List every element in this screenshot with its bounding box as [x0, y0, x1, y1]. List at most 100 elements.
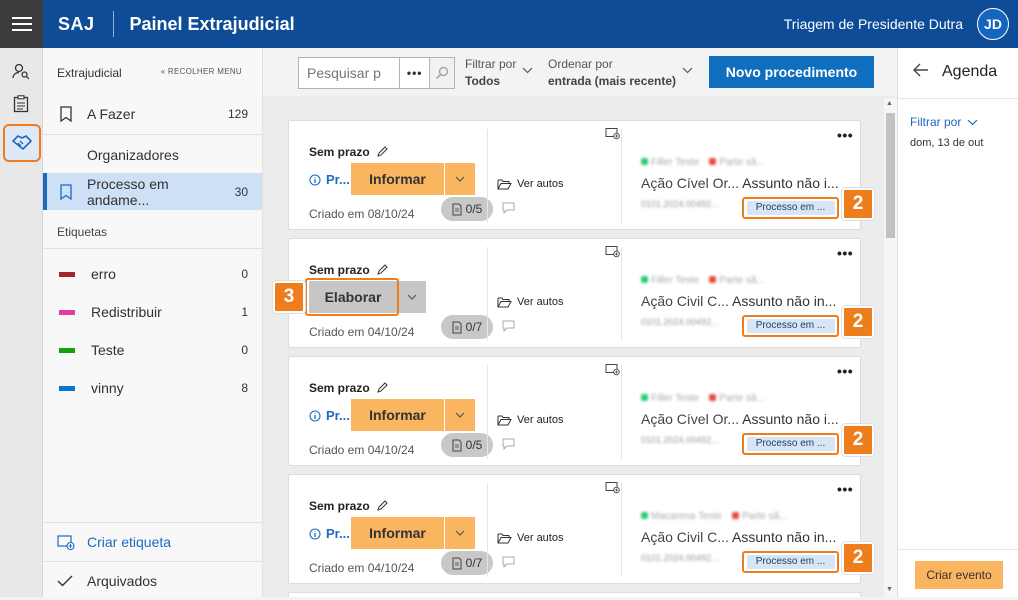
action-type: Ação Civil C... [641, 293, 729, 309]
search-options-button[interactable]: ••• [399, 58, 431, 88]
action-dropdown-button[interactable] [445, 163, 475, 195]
sidebar-item-processo-em-andamento[interactable]: Processo em andame... 30 [43, 173, 262, 210]
informar-button[interactable]: Informar [351, 163, 444, 195]
tag-count: 0 [241, 343, 248, 357]
top-bar: SAJ Painel Extrajudicial Triagem de Pres… [0, 0, 1018, 48]
folder-open-icon [497, 179, 512, 190]
new-procedure-button[interactable]: Novo procedimento [709, 56, 874, 88]
comment-icon[interactable] [502, 202, 515, 214]
informar-button[interactable]: Informar [351, 399, 444, 431]
scroll-down-icon[interactable]: ▼ [886, 586, 893, 593]
comment-icon[interactable] [502, 320, 515, 332]
more-options-button[interactable]: ••• [837, 481, 853, 497]
subject: Assunto não i... [742, 411, 839, 427]
sidebar-item-organizadores[interactable]: Organizadores [43, 138, 262, 172]
sidebar-tag-vinny[interactable]: vinny 8 [43, 371, 262, 405]
callout-badge-2: 2 [842, 306, 874, 338]
more-options-button[interactable]: ••• [837, 363, 853, 379]
search-icon[interactable] [430, 58, 454, 88]
deadline-label[interactable]: Sem prazo [309, 263, 388, 277]
deadline-label[interactable]: Sem prazo [309, 381, 388, 395]
folder-open-icon [497, 415, 512, 426]
process-card[interactable]: Sem prazo Pr... Informar Criado em 04/10… [288, 356, 861, 466]
attachment-add-icon[interactable] [605, 127, 620, 140]
clipboard-list-icon[interactable] [8, 91, 34, 117]
comment-icon[interactable] [502, 438, 515, 450]
scrollbar-thumb[interactable] [886, 113, 895, 238]
created-date: Criado em 08/10/24 [309, 207, 415, 221]
create-event-button[interactable]: Criar evento [915, 561, 1003, 589]
pages-badge[interactable]: 0/5 [441, 197, 493, 221]
deadline-label[interactable]: Sem prazo [309, 145, 388, 159]
attachment-add-icon[interactable] [605, 481, 620, 494]
search-input[interactable] [307, 59, 399, 87]
order-dropdown[interactable]: Ordenar por entrada (mais recente) [548, 57, 676, 88]
scroll-up-icon[interactable]: ▲ [886, 100, 893, 107]
status-badge[interactable]: Processo em ... [746, 437, 835, 451]
archived-button[interactable]: Arquivados [43, 562, 262, 600]
status-badge[interactable]: Processo em ... [746, 555, 835, 569]
subject: Assunto não in... [732, 529, 837, 545]
more-options-button[interactable]: ••• [837, 127, 853, 143]
pencil-icon[interactable] [376, 264, 388, 276]
tag-label: Redistribuir [91, 304, 162, 320]
pages-badge[interactable]: 0/5 [441, 433, 493, 457]
created-date: Criado em 04/10/24 [309, 561, 415, 575]
view-autos-link[interactable]: Ver autos [497, 296, 563, 308]
collapse-menu-button[interactable]: « RECOLHER MENU [161, 67, 242, 76]
process-card[interactable]: Sem prazo Pr... Informar Criado em 08/10… [288, 120, 861, 230]
filter-dropdown[interactable]: Filtrar por Todos [465, 57, 516, 88]
view-autos-link[interactable]: Ver autos [497, 178, 563, 190]
pencil-icon[interactable] [376, 146, 388, 158]
hamburger-menu-icon[interactable] [0, 0, 43, 48]
tag-label: Teste [91, 342, 125, 358]
status-badge[interactable]: Processo em ... [746, 319, 835, 333]
attachment-add-icon[interactable] [605, 245, 620, 258]
avatar[interactable]: JD [977, 8, 1009, 40]
info-link[interactable]: Pr... [309, 526, 350, 541]
status-badge[interactable]: Processo em ... [746, 201, 835, 215]
chevron-down-icon[interactable] [682, 67, 693, 74]
sidebar-tag-teste[interactable]: Teste 0 [43, 333, 262, 367]
order-label: Ordenar por [548, 57, 613, 71]
icon-rail [0, 48, 43, 597]
more-options-button[interactable]: ••• [837, 245, 853, 261]
action-type: Ação Civil C... [641, 529, 729, 545]
tag-add-icon [57, 534, 75, 550]
deadline-text: Sem prazo [309, 381, 370, 395]
info-icon [309, 409, 321, 422]
handshake-icon[interactable] [3, 124, 41, 162]
agenda-filter-dropdown[interactable]: Filtrar por [910, 115, 978, 129]
pencil-icon[interactable] [376, 500, 388, 512]
process-card[interactable]: Sem prazo Pr... Informar Criado em 04/10… [288, 474, 861, 584]
view-autos-link[interactable]: Ver autos [497, 414, 563, 426]
action-dropdown-button[interactable] [445, 399, 475, 431]
filter-label: Filtrar por [465, 57, 517, 71]
document-icon [452, 203, 462, 215]
card-tags-blurred: Macarena Teste Parte sã... [641, 511, 788, 522]
user-name[interactable]: Triagem de Presidente Dutra [784, 16, 963, 32]
informar-button[interactable]: Informar [351, 517, 444, 549]
create-tag-button[interactable]: Criar etiqueta [43, 523, 262, 561]
sidebar-tag-redistribuir[interactable]: Redistribuir 1 [43, 295, 262, 329]
sidebar-item-a-fazer[interactable]: A Fazer 129 [43, 97, 262, 131]
info-link[interactable]: Pr... [309, 172, 350, 187]
comment-icon[interactable] [502, 556, 515, 568]
info-link[interactable]: Pr... [309, 408, 350, 423]
pages-badge[interactable]: 0/7 [441, 315, 493, 339]
bookmark-icon [59, 106, 75, 122]
chevron-down-icon[interactable] [522, 67, 533, 74]
pages-badge[interactable]: 0/7 [441, 551, 493, 575]
action-dropdown-button[interactable] [445, 517, 475, 549]
tag-count: 8 [241, 381, 248, 395]
view-autos-label: Ver autos [517, 178, 564, 190]
deadline-label[interactable]: Sem prazo [309, 499, 388, 513]
back-arrow-icon[interactable] [913, 63, 929, 77]
view-autos-link[interactable]: Ver autos [497, 532, 563, 544]
view-autos-label: Ver autos [517, 532, 564, 544]
attachment-add-icon[interactable] [605, 363, 620, 376]
user-search-icon[interactable] [8, 58, 34, 84]
pencil-icon[interactable] [376, 382, 388, 394]
action-dropdown-button[interactable] [398, 281, 426, 313]
sidebar-tag-erro[interactable]: erro 0 [43, 257, 262, 291]
